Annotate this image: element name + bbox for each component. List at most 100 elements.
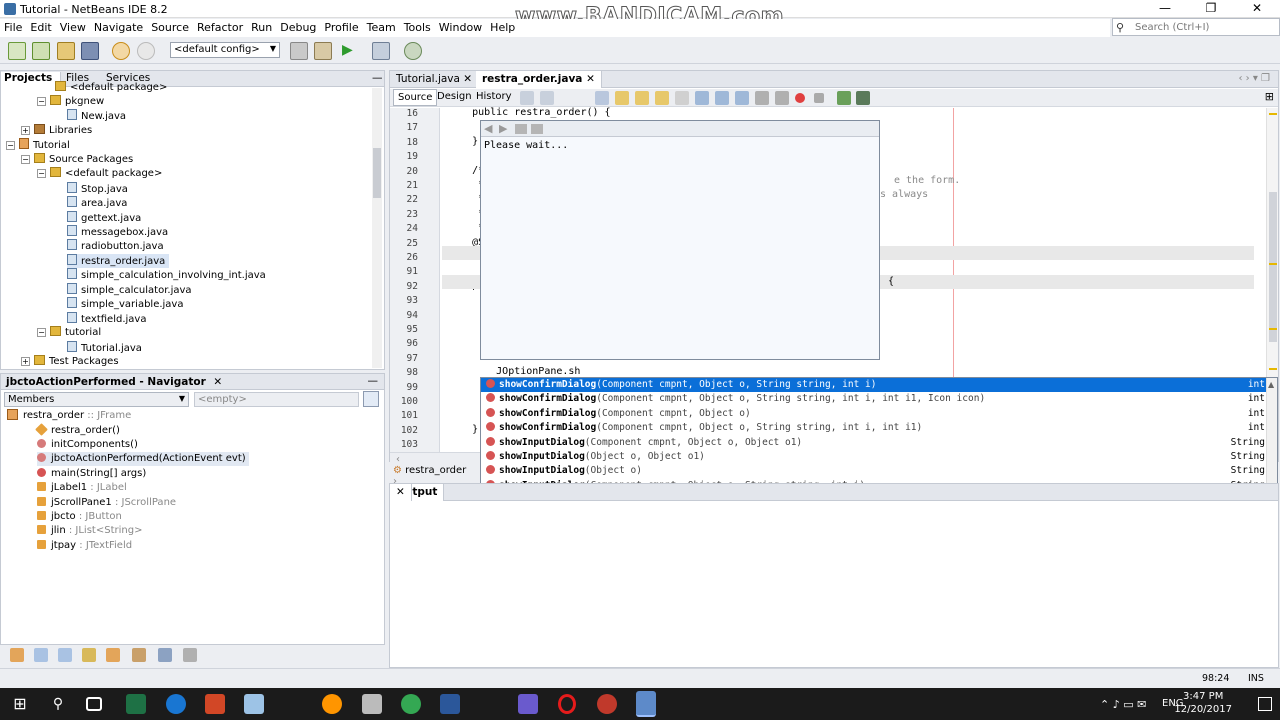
tab-tutorial-java[interactable]: Tutorial.java ✕ [390, 71, 480, 88]
nav-item[interactable]: restra_order() [35, 423, 120, 438]
filter-icon[interactable] [132, 648, 146, 662]
forward-icon[interactable] [540, 91, 554, 105]
redo-icon[interactable] [137, 42, 155, 60]
sort-icon[interactable] [158, 648, 172, 662]
breadcrumb[interactable]: ‹ [390, 452, 480, 466]
menu-navigate[interactable]: Navigate [90, 19, 147, 34]
menu-edit[interactable]: Edit [26, 19, 55, 34]
task-view-icon[interactable] [86, 697, 102, 711]
find-next-icon[interactable] [635, 91, 649, 105]
maximize-button[interactable]: ❐ [1188, 0, 1234, 18]
excel-icon[interactable] [126, 694, 146, 714]
open-project-icon[interactable] [57, 42, 75, 60]
netbeans-icon[interactable] [636, 691, 656, 717]
close-icon[interactable]: ✕ [213, 376, 222, 388]
tree-item[interactable]: − <default package> [37, 167, 162, 181]
nav-item[interactable]: main(String[] args) [37, 467, 146, 481]
shift-left-icon[interactable] [755, 91, 769, 105]
undo-icon[interactable] [112, 42, 130, 60]
toggle-highlight-icon[interactable] [655, 91, 669, 105]
tree-item[interactable]: simple_calculator.java [67, 283, 192, 297]
tree-item[interactable]: simple_calculation_involving_int.java [67, 268, 266, 282]
menu-tools[interactable]: Tools [400, 19, 435, 34]
tree-item[interactable]: − Source Packages [21, 153, 133, 167]
nav-item-selected[interactable]: jbctoActionPerformed(ActionEvent evt) [37, 452, 249, 466]
comment-icon[interactable] [837, 91, 851, 105]
profile-icon[interactable] [404, 42, 422, 60]
nav-item[interactable]: jbcto : JButton [37, 510, 122, 524]
back-icon[interactable] [520, 91, 534, 105]
scrollbar[interactable] [372, 88, 382, 368]
build-hammer-icon[interactable] [290, 42, 308, 60]
nav-item[interactable]: jScrollPane1 : JScrollPane [37, 496, 176, 510]
tree-item-selected[interactable]: restra_order.java [67, 254, 170, 268]
new-project-icon[interactable] [32, 42, 50, 60]
menu-source[interactable]: Source [147, 19, 193, 34]
forward-icon[interactable]: ▶ [499, 122, 507, 135]
back-icon[interactable]: ◀ [484, 122, 492, 135]
tree-item[interactable]: Stop.java [67, 182, 128, 196]
breadcrumb-class[interactable]: ⚙ restra_order › [393, 465, 473, 487]
menu-run[interactable]: Run [247, 19, 276, 34]
tab-projects[interactable]: Projects [1, 72, 61, 87]
filter-icon[interactable] [34, 648, 48, 662]
scroll-up-icon[interactable]: ▲ [1268, 380, 1274, 389]
bookmark-icon[interactable] [715, 91, 729, 105]
system-tray-icons[interactable]: ⌃ ♪ ▭ ✉ [1100, 698, 1146, 711]
find-icon[interactable] [595, 91, 609, 105]
completion-item[interactable]: showConfirmDialog(Component cmpnt, Objec… [481, 421, 1267, 435]
goto-source-icon[interactable] [531, 124, 543, 134]
expand-icon[interactable]: + [21, 126, 30, 135]
minimize-panel-icon[interactable]: — [368, 375, 379, 387]
close-button[interactable]: ✕ [1234, 0, 1280, 18]
tree-item[interactable]: − Tutorial [6, 138, 70, 152]
expand-icon[interactable]: − [37, 169, 46, 178]
opera-icon[interactable] [558, 694, 576, 714]
menu-debug[interactable]: Debug [276, 19, 320, 34]
bandicam-icon[interactable] [597, 694, 617, 714]
menu-file[interactable]: File [0, 19, 26, 34]
filter-icon[interactable] [58, 648, 72, 662]
tree-item[interactable]: messagebox.java [67, 225, 168, 239]
menu-window[interactable]: Window [435, 19, 486, 34]
bookmark-icon[interactable] [735, 91, 749, 105]
record-macro-icon[interactable] [795, 93, 805, 103]
close-icon[interactable]: ✕ [586, 73, 595, 85]
tree-item[interactable]: Tutorial.java [67, 341, 142, 355]
config-select[interactable]: <default config> ▼ [170, 42, 280, 58]
windows-start-icon[interactable]: ⊞ [10, 694, 30, 714]
completion-item[interactable]: showInputDialog(Object o, Object o1) Stri… [481, 450, 1267, 464]
filter-icon[interactable] [106, 648, 120, 662]
menu-team[interactable]: Team [363, 19, 400, 34]
close-icon[interactable]: ✕ [390, 484, 412, 501]
shift-right-icon[interactable] [775, 91, 789, 105]
tree-item[interactable]: + Test Packages [21, 355, 119, 369]
find-prev-icon[interactable] [615, 91, 629, 105]
nav-item[interactable]: jLabel1 : JLabel [37, 481, 127, 495]
menu-refactor[interactable]: Refactor [193, 19, 247, 34]
word-icon[interactable] [440, 694, 460, 714]
edge-icon[interactable] [166, 694, 186, 714]
completion-item[interactable]: showConfirmDialog(Component cmpnt, Objec… [481, 392, 1267, 406]
view-source[interactable]: Source [393, 89, 438, 106]
tab-restra-order-java[interactable]: restra_order.java ✕ [476, 71, 602, 88]
tree-item[interactable]: New.java [67, 109, 126, 123]
toggle-selection-icon[interactable] [675, 91, 689, 105]
sort-icon[interactable] [183, 648, 197, 662]
completion-item[interactable]: showConfirmDialog(Component cmpnt, Objec… [481, 407, 1267, 421]
expand-icon[interactable]: − [37, 97, 46, 106]
view-design[interactable]: Design [433, 91, 476, 102]
uncomment-icon[interactable] [856, 91, 870, 105]
menu-profile[interactable]: Profile [320, 19, 362, 34]
menu-view[interactable]: View [56, 19, 90, 34]
completion-item[interactable]: showInputDialog(Component cmpnt, Object … [481, 436, 1267, 450]
filter-icon[interactable] [82, 648, 96, 662]
tree-item[interactable]: simple_variable.java [67, 297, 183, 311]
chrome-icon[interactable] [401, 694, 421, 714]
navigator-options-icon[interactable] [363, 391, 379, 407]
window-controls-icon[interactable]: ‹ › ▾ ❐ [1238, 73, 1270, 84]
completion-item-selected[interactable]: showConfirmDialog(Component cmpnt, Objec… [481, 378, 1267, 393]
tree-item[interactable]: − pkgnew [37, 95, 104, 109]
open-browser-icon[interactable] [515, 124, 527, 134]
media-player-icon[interactable] [518, 694, 538, 714]
